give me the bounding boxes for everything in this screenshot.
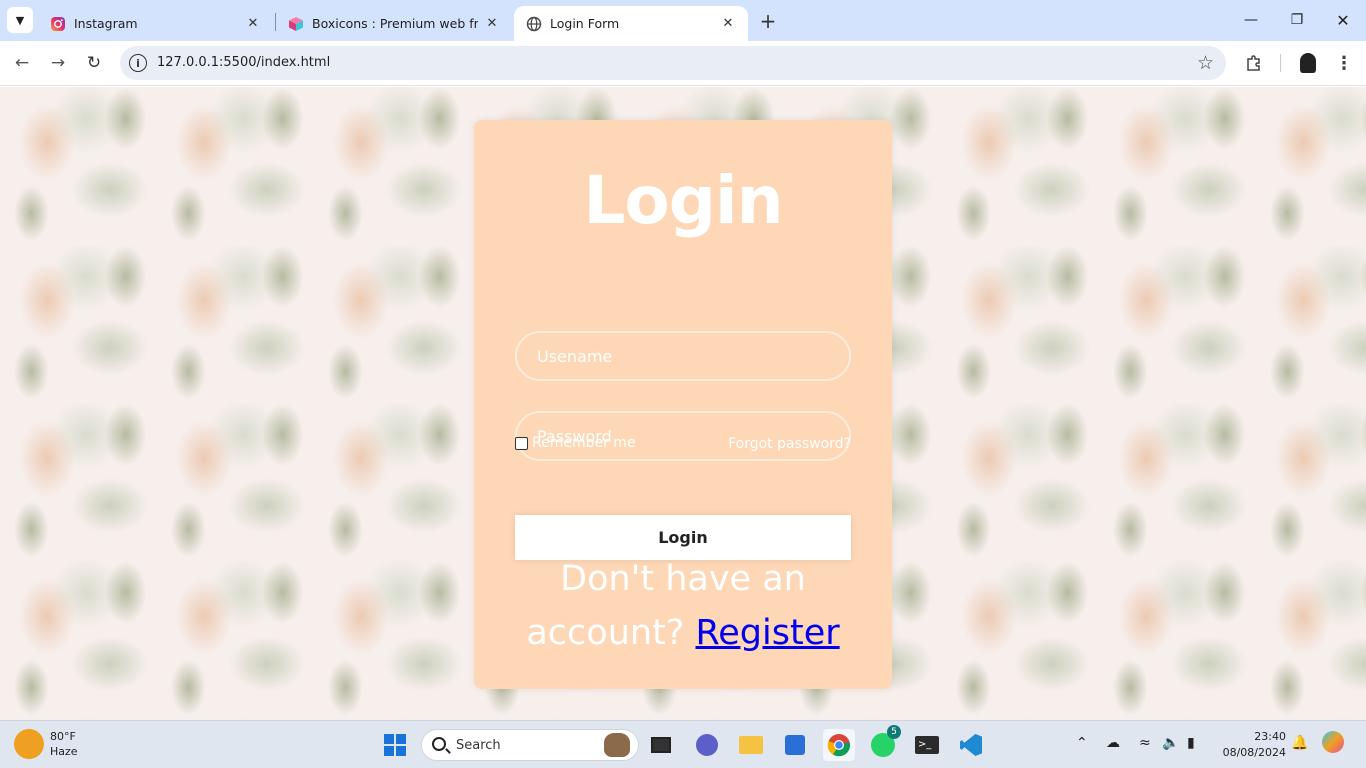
search-icon <box>432 737 446 751</box>
username-field[interactable] <box>515 331 851 381</box>
page-background: Login Remember me Forgot password? Login… <box>0 87 1366 720</box>
show-hidden-icons[interactable]: ⌃ <box>1076 735 1088 751</box>
plus-icon: + <box>759 9 777 33</box>
task-view-icon <box>651 737 671 753</box>
store-button[interactable] <box>779 729 811 761</box>
login-title: Login <box>583 162 783 239</box>
battery-icon[interactable]: ▮ <box>1187 735 1195 751</box>
whatsapp-button[interactable]: 5 <box>867 725 901 761</box>
weather-desc: Haze <box>50 745 78 758</box>
folder-icon <box>739 736 763 754</box>
taskbar: 80°F Haze Search 5 >_ ⌃ ☁ ≈ 🔈 ▮ 23:40 08… <box>0 720 1366 768</box>
vscode-icon <box>960 734 982 756</box>
new-tab-button[interactable]: + <box>757 9 779 33</box>
onedrive-icon[interactable]: ☁ <box>1106 735 1120 751</box>
close-icon: ✕ <box>1336 10 1350 30</box>
chrome-button[interactable] <box>823 729 855 761</box>
profile-avatar[interactable] <box>1296 51 1320 75</box>
start-button[interactable] <box>379 729 411 761</box>
globe-icon <box>526 16 542 32</box>
tab-instagram[interactable]: Instagram ✕ <box>38 6 273 41</box>
vscode-button[interactable] <box>955 729 987 761</box>
clock-time: 23:40 <box>1254 730 1286 743</box>
remember-checkbox[interactable] <box>515 436 528 450</box>
video-chat-icon <box>696 734 718 756</box>
profile-icon <box>1300 53 1316 73</box>
minimize-button[interactable]: — <box>1228 0 1274 40</box>
remember-me[interactable]: Remember me <box>515 435 636 451</box>
browser-toolbar: ← → ↻ i 127.0.0.1:5500/index.html ☆ ⋮ <box>0 41 1366 86</box>
close-icon[interactable]: ✕ <box>720 16 736 32</box>
copilot-icon[interactable] <box>1322 731 1344 753</box>
tab-title: Login Form <box>550 16 620 31</box>
register-link[interactable]: Register <box>696 613 840 653</box>
remember-label: Remember me <box>532 435 636 451</box>
weather-haze-icon <box>14 729 44 759</box>
volume-icon[interactable]: 🔈 <box>1162 735 1179 751</box>
search-label: Search <box>456 737 501 753</box>
store-icon <box>785 735 805 755</box>
system-clock[interactable]: 23:40 08/08/2024 <box>1216 729 1286 761</box>
weather-widget[interactable]: 80°F Haze <box>14 729 78 759</box>
tab-search-button[interactable]: ▼ <box>7 7 33 33</box>
back-button[interactable]: ← <box>8 49 36 77</box>
toolbar-divider <box>1280 54 1281 72</box>
forward-button[interactable]: → <box>44 49 72 77</box>
restore-icon: ❐ <box>1290 12 1304 28</box>
weather-temp: 80°F <box>50 730 76 743</box>
tab-boxicons[interactable]: Boxicons : Premium web friendl ✕ <box>276 6 512 41</box>
reload-icon: ↻ <box>86 53 102 73</box>
close-icon[interactable]: ✕ <box>484 16 500 32</box>
terminal-icon: >_ <box>915 736 939 754</box>
terminal-button[interactable]: >_ <box>911 729 943 761</box>
extensions-icon[interactable] <box>1242 51 1266 75</box>
username-input[interactable] <box>517 333 849 379</box>
restore-button[interactable]: ❐ <box>1274 0 1320 40</box>
wifi-icon[interactable]: ≈ <box>1139 735 1151 751</box>
teams-button[interactable] <box>691 729 723 761</box>
windows-icon <box>384 734 406 756</box>
url-text[interactable]: 127.0.0.1:5500/index.html <box>157 55 330 70</box>
tab-title: Instagram <box>74 16 138 31</box>
arrow-right-icon: → <box>50 53 66 73</box>
login-card: Login Remember me Forgot password? Login… <box>474 120 892 689</box>
close-window-button[interactable]: ✕ <box>1320 0 1366 40</box>
minimize-icon: — <box>1244 12 1258 28</box>
boxicons-icon <box>288 16 304 32</box>
taskbar-search[interactable]: Search <box>421 729 639 761</box>
more-vertical-icon: ⋮ <box>1335 52 1353 74</box>
site-info-icon[interactable]: i <box>129 54 147 72</box>
reload-button[interactable]: ↻ <box>80 49 108 77</box>
file-explorer-button[interactable] <box>735 729 767 761</box>
task-view-button[interactable] <box>645 729 677 761</box>
notification-bell-icon[interactable]: 🔔 <box>1291 735 1308 751</box>
instagram-icon <box>50 16 66 32</box>
owl-icon <box>604 733 630 757</box>
register-prompt: Don't have an account? Register <box>504 552 862 660</box>
tab-strip: ▼ Instagram ✕ Boxicons : Premium web fri… <box>0 0 1366 41</box>
close-icon[interactable]: ✕ <box>245 16 261 32</box>
forgot-password-link[interactable]: Forgot password? <box>728 436 851 452</box>
clock-date: 08/08/2024 <box>1222 746 1286 759</box>
tab-title: Boxicons : Premium web friendl <box>312 16 478 31</box>
notification-badge: 5 <box>887 725 901 739</box>
chrome-icon <box>827 734 851 757</box>
arrow-left-icon: ← <box>14 53 30 73</box>
address-bar[interactable]: i 127.0.0.1:5500/index.html ☆ <box>120 46 1226 80</box>
chevron-down-icon: ▼ <box>15 13 25 27</box>
menu-button[interactable]: ⋮ <box>1332 51 1356 75</box>
tab-login-form[interactable]: Login Form ✕ <box>514 6 748 41</box>
bookmark-star-icon[interactable]: ☆ <box>1197 52 1214 74</box>
